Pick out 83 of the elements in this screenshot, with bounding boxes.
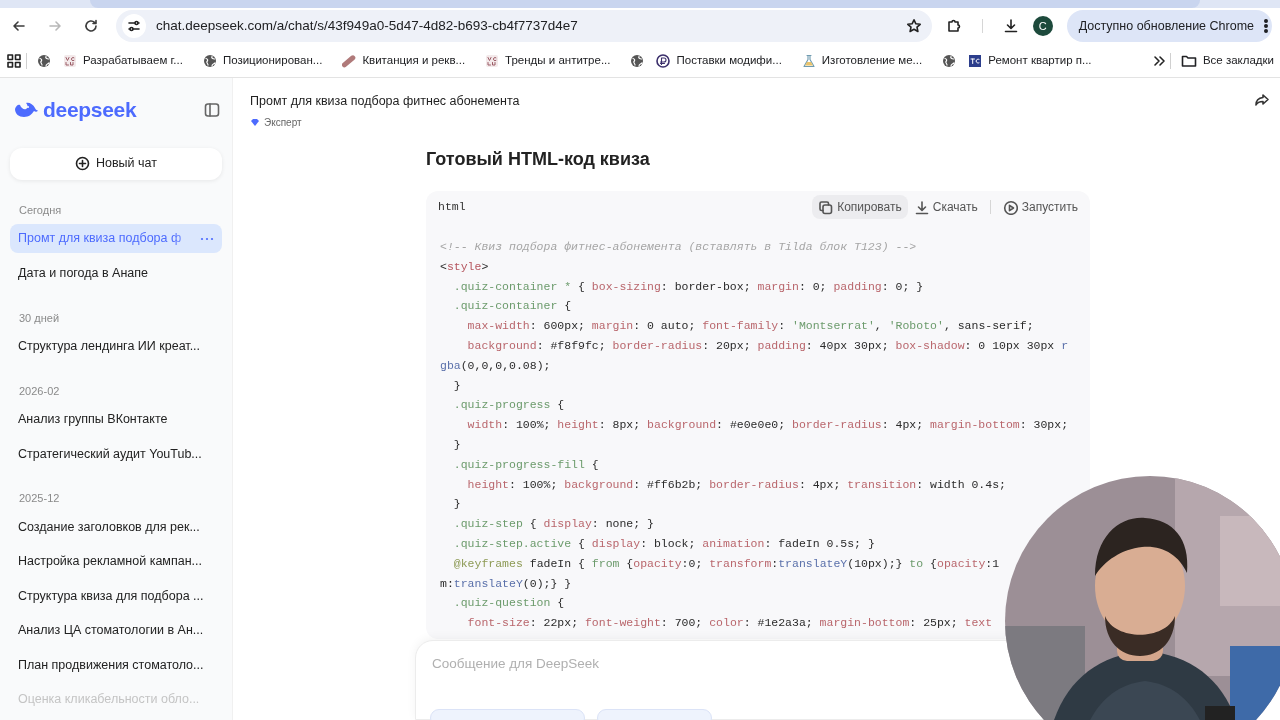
profile-avatar[interactable]: C <box>1032 16 1053 36</box>
folder-icon <box>1180 53 1197 68</box>
chat-history-item[interactable]: Анализ группы ВКонтакте <box>10 405 222 434</box>
new-chat-button[interactable]: Новый чат <box>10 147 222 180</box>
update-chrome-button[interactable]: Доступно обновление Chrome <box>1066 10 1272 42</box>
code-line: @keyframes fadeIn { from {opacity:0; transform:translateY(10px);} to {opacity:1 <box>452 555 1001 572</box>
gem-icon <box>250 117 260 127</box>
code-line: } <box>452 436 462 453</box>
forward-icon <box>47 18 63 34</box>
site-settings-icon[interactable] <box>127 19 141 33</box>
flask-icon <box>801 53 816 68</box>
app-logo[interactable]: deepseek <box>13 94 137 126</box>
code-line: .quiz-progress { <box>452 397 566 414</box>
chat-history-item[interactable]: Структура лендинга ИИ креат... <box>10 332 222 361</box>
copy-icon <box>818 199 834 215</box>
bookmark[interactable]: Тренды и антитре... <box>479 48 617 73</box>
more-icon[interactable] <box>200 236 214 241</box>
code-line: font-size: 22px; font-weight: 700; color: #1e2a3a; margin-bottom: 25px; text <box>466 615 994 632</box>
chat-history-item[interactable]: Структура квиза для подбора ... <box>10 581 222 611</box>
code-language: html <box>438 199 466 216</box>
tc-logo-icon <box>968 53 983 68</box>
bookmark[interactable]: Ремонт квартир п... <box>962 48 1098 73</box>
code-line: <style> <box>440 258 490 275</box>
code-line: m:translateY(0);} } <box>440 575 573 592</box>
code-line: width: 100%; height: 8px; background: #e0e0e0; border-radius: 4px; margin-bottom: 30px; <box>466 417 1070 434</box>
share-icon[interactable] <box>1254 92 1270 108</box>
star-icon[interactable] <box>905 18 922 34</box>
vc-logo-icon <box>485 53 500 68</box>
code-line: .quiz-step { display: none; } <box>452 516 655 533</box>
chat-history-item[interactable]: Дата и погода в Анапе <box>10 259 222 288</box>
apps-icon[interactable] <box>6 52 22 69</box>
chat-history-item[interactable]: Настройка рекламной кампан... <box>10 547 222 576</box>
globe-icon <box>630 53 645 68</box>
all-bookmarks[interactable]: Все закладки <box>1174 48 1274 73</box>
download-icon[interactable] <box>1002 18 1019 34</box>
section-heading: 2026-02 <box>18 383 61 399</box>
download-icon <box>913 199 929 215</box>
bookmark[interactable]: Позиционирован... <box>196 48 329 73</box>
run-button[interactable]: Запустить <box>996 195 1084 219</box>
coin-icon <box>656 53 671 68</box>
answer-heading: Готовый HTML-код квиза <box>426 148 651 171</box>
chat-history-item[interactable]: Создание заголовков для рек... <box>10 512 222 542</box>
plus-circle-icon <box>75 156 90 172</box>
bookmark[interactable]: Изготовление ме... <box>795 48 929 73</box>
code-line: max-width: 600px; margin: 0 auto; font-family: 'Montserrat', 'Roboto', sans-serif; <box>466 318 1035 335</box>
globe-icon <box>37 53 51 68</box>
chat-history-item[interactable]: План продвижения стоматоло... <box>10 650 222 680</box>
globe-icon <box>202 53 217 68</box>
code-line: .quiz-container { <box>452 298 573 315</box>
code-line: height: 100%; background: #ff6b2b; border-radius: 4px; transition: width 0.4s; <box>466 476 1007 493</box>
section-heading: Сегодня <box>18 202 63 218</box>
url-text: chat.deepseek.com/a/chat/s/43f949a0-5d47-4d82-b693-cb4f7737d4e7 <box>156 16 578 35</box>
bookmark[interactable]: Разрабатываем г... <box>57 48 189 73</box>
sidebar-toggle-icon[interactable] <box>204 101 220 118</box>
chat-title: Промт для квиза подбора фитнес абонемента <box>250 93 520 110</box>
message-input[interactable]: Сообщение для DeepSeek <box>430 653 970 676</box>
back-icon <box>11 18 27 34</box>
download-button[interactable]: Скачать <box>907 195 984 219</box>
reload-icon <box>83 18 99 34</box>
globe-icon <box>942 53 957 68</box>
code-line: gba(0,0,0,0.08); <box>440 357 552 374</box>
code-line: .quiz-progress-fill { <box>452 456 600 473</box>
extensions-icon[interactable] <box>945 18 962 34</box>
code-line: } <box>452 377 462 394</box>
code-line: .quiz-question { <box>452 595 566 612</box>
code-line: .quiz-step.active { display: block; animation: fadeIn 0.5s; } <box>452 535 876 552</box>
code-line: <!-- Квиз подбора фитнес-абонемента (вставлять в Tilda блок T123) --> <box>440 239 918 255</box>
code-line: .quiz-container * { box-sizing: border-box; margin: 0; padding: 0; } <box>452 278 925 295</box>
code-line: background: #f8f9fc; border-radius: 20px; padding: 40px 30px; box-shadow: 0 10px 30px r <box>466 338 1070 354</box>
copy-button[interactable]: Копировать <box>812 195 908 219</box>
chat-history-item[interactable]: Анализ ЦА стоматологии в Ан... <box>10 616 222 645</box>
code-line: } <box>452 496 462 513</box>
bookmark[interactable]: Квитанция и рекв... <box>336 48 472 73</box>
bookmark[interactable]: Поставки модифи... <box>650 48 788 73</box>
chat-history-item[interactable]: Промт для квиза подбора ф <box>10 224 222 253</box>
section-heading: 30 дней <box>18 310 61 326</box>
address-bar[interactable]: chat.deepseek.com/a/chat/s/43f949a0-5d47-4d82-b693-cb4f7737d4e7 <box>116 10 932 42</box>
chevrons-icon[interactable] <box>1151 53 1166 68</box>
play-icon <box>1002 199 1018 215</box>
chat-history-item[interactable]: Стратегический аудит YouTub... <box>10 439 222 469</box>
mode-label: Эксперт <box>250 114 520 130</box>
vc-logo-icon <box>63 53 77 68</box>
section-heading: 2025-12 <box>18 491 61 507</box>
